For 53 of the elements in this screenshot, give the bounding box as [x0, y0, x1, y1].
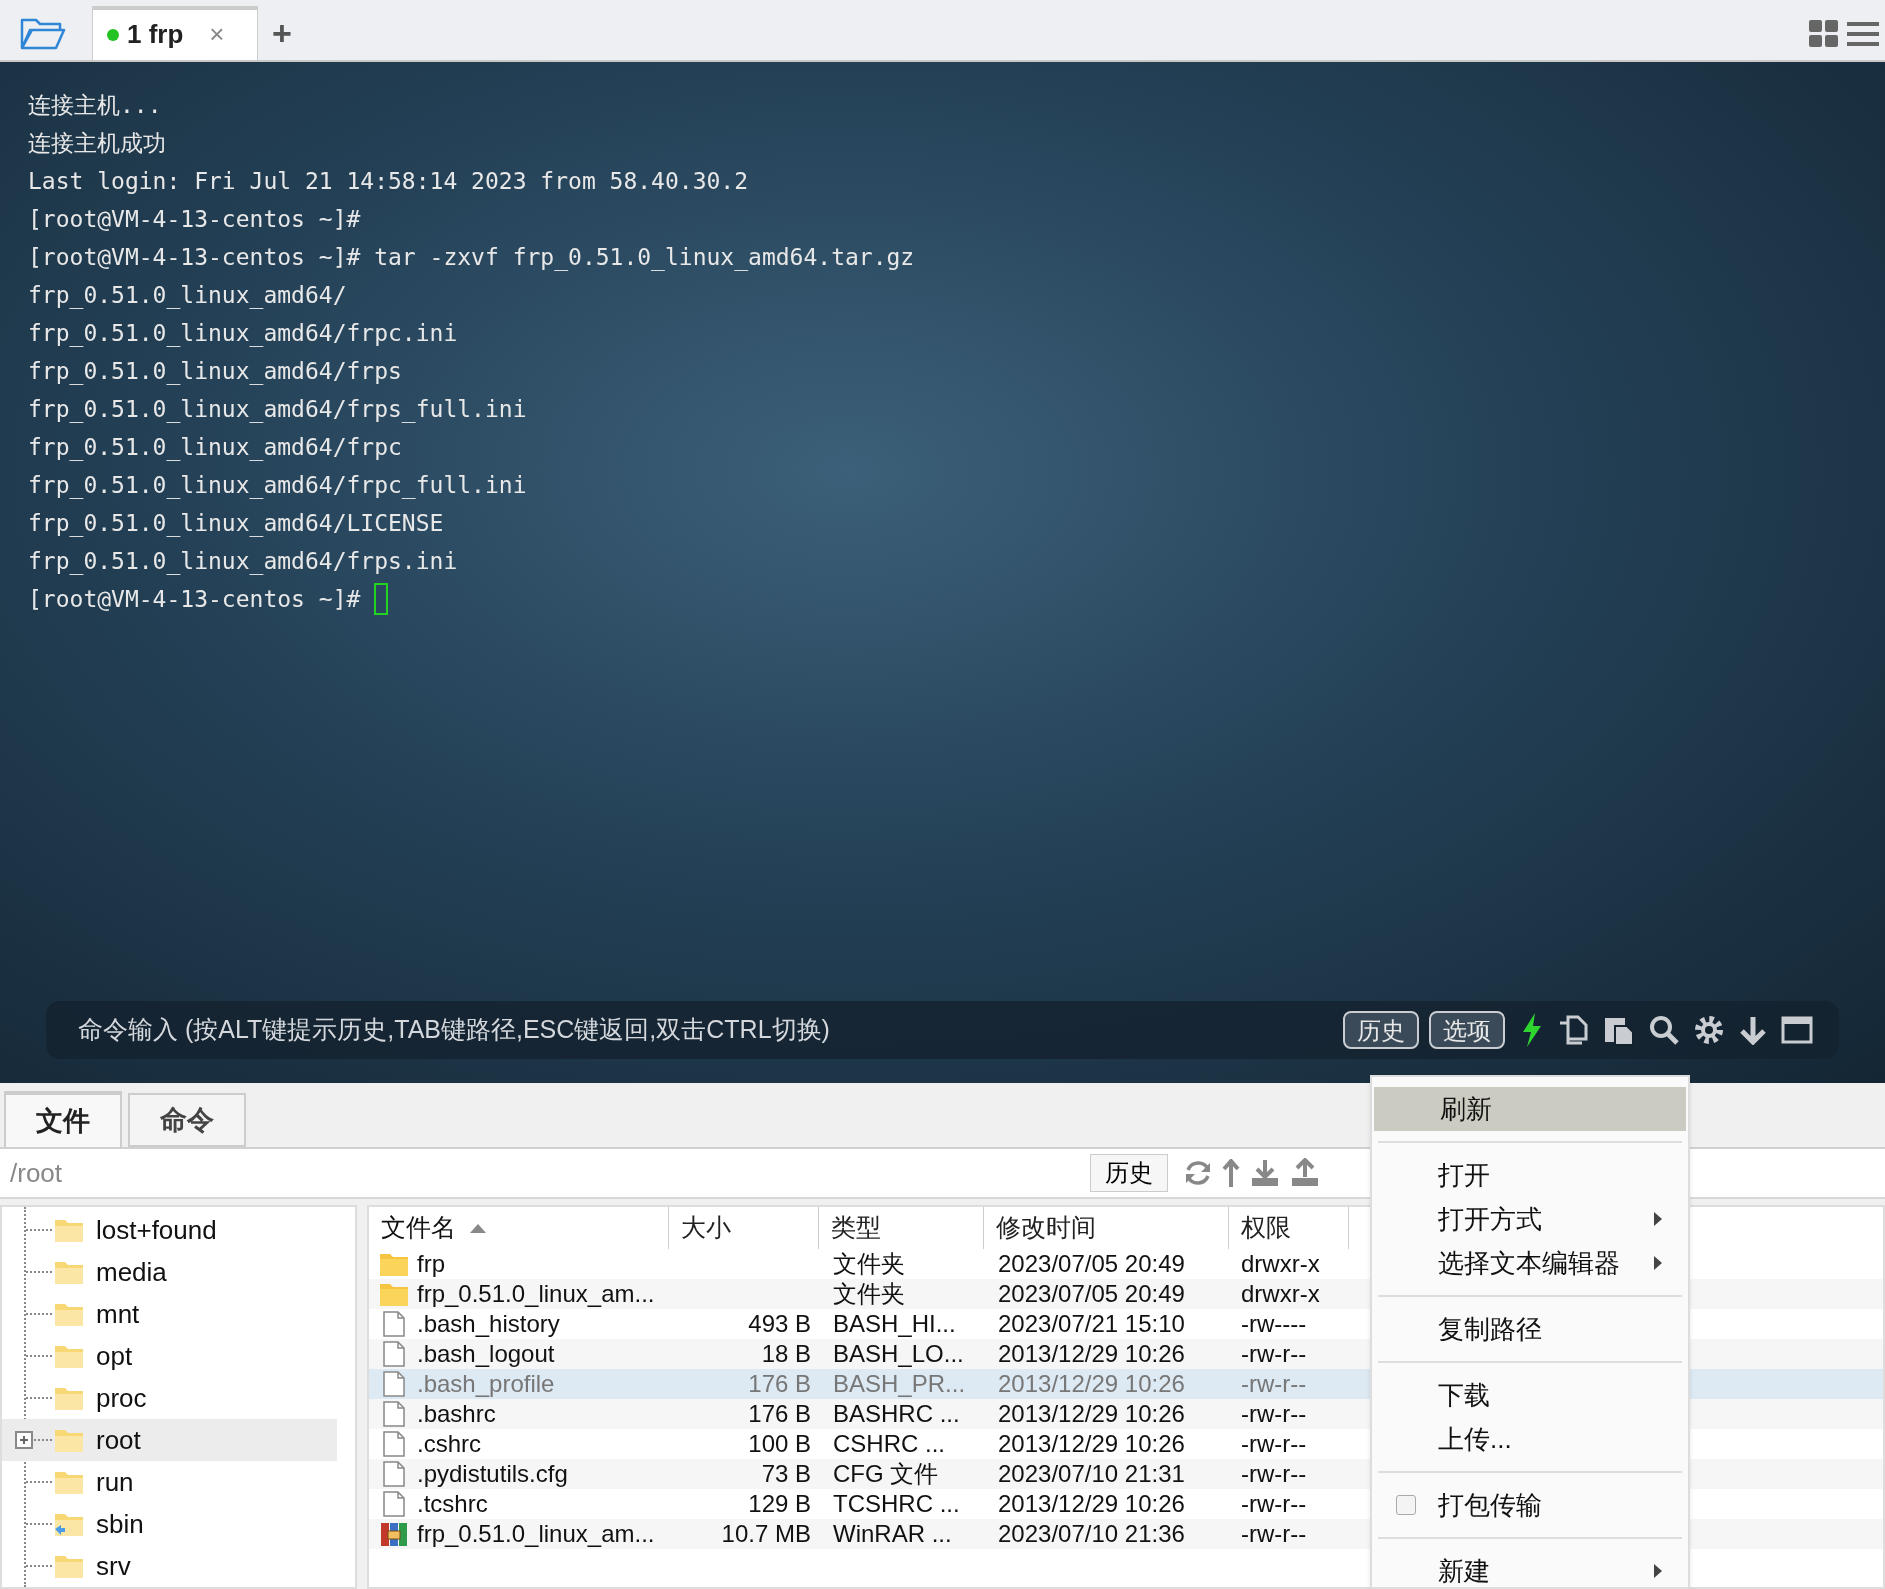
- terminal-line: [root@VM-4-13-centos ~]#: [28, 204, 361, 234]
- file-permissions: -rw----: [1241, 1310, 1307, 1337]
- file-type: CFG 文件: [833, 1460, 939, 1487]
- file-size: 176 B: [748, 1400, 811, 1427]
- terminal-line: Last login: Fri Jul 21 14:58:14 2023 from 58.40.30.2: [28, 166, 749, 196]
- file-type: 文件夹: [833, 1250, 905, 1277]
- file-size: 18 B: [761, 1340, 811, 1367]
- tab-label: 1 frp: [127, 18, 184, 52]
- modified-time: 2013/12/29 10:26: [998, 1400, 1185, 1427]
- terminal-line: frp_0.51.0_linux_amd64/frpc.ini: [28, 318, 458, 349]
- terminal-line: frp_0.51.0_linux_amd64/frps: [28, 356, 402, 387]
- file-permissions: -rw-r--: [1241, 1400, 1307, 1427]
- file-permissions: -rw-r--: [1241, 1520, 1307, 1547]
- file-permissions: -rw-r--: [1241, 1430, 1307, 1457]
- file-permissions: -rw-r--: [1241, 1370, 1307, 1397]
- file-permissions: drwxr-x: [1241, 1280, 1320, 1307]
- terminal-line: frp_0.51.0_linux_amd64/LICENSE: [28, 508, 444, 539]
- modified-time: 2013/12/29 10:26: [998, 1430, 1185, 1457]
- file-size: 129 B: [748, 1490, 811, 1517]
- file-type: WinRAR ...: [833, 1520, 952, 1547]
- modified-time: 2013/12/29 10:26: [998, 1370, 1185, 1397]
- file-permissions: -rw-r--: [1241, 1490, 1307, 1517]
- modified-time: 2013/12/29 10:26: [998, 1490, 1185, 1517]
- file-size: 10.7 MB: [721, 1520, 811, 1547]
- terminal-line: frp_0.51.0_linux_amd64/frps.ini: [28, 546, 458, 577]
- terminal-line: 连接主机...: [28, 90, 162, 120]
- terminal-line: 连接主机成功: [28, 128, 166, 158]
- file-type: 文件夹: [833, 1280, 905, 1307]
- terminal-line: frp_0.51.0_linux_amd64/frpc: [28, 432, 402, 463]
- file-size: 100 B: [748, 1430, 811, 1457]
- file-type: CSHRC ...: [833, 1430, 945, 1457]
- file-size: 73 B: [761, 1460, 811, 1487]
- file-permissions: drwxr-x: [1241, 1250, 1320, 1277]
- file-size: 493 B: [748, 1310, 811, 1337]
- file-permissions: -rw-r--: [1241, 1340, 1307, 1367]
- modified-time: 2023/07/05 20:49: [998, 1250, 1185, 1277]
- modified-time: 2023/07/10 21:31: [998, 1460, 1185, 1487]
- file-type: BASHRC ...: [833, 1400, 960, 1427]
- terminal-line: [root@VM-4-13-centos ~]#: [28, 584, 362, 614]
- file-type: BASH_HI...: [833, 1310, 956, 1337]
- modified-time: 2023/07/05 20:49: [998, 1280, 1185, 1307]
- terminal-line: frp_0.51.0_linux_amd64/frps_full.ini: [28, 394, 527, 425]
- modified-time: 2023/07/10 21:36: [998, 1520, 1185, 1547]
- terminal-line: frp_0.51.0_linux_amd64/frpc_full.ini: [28, 470, 527, 501]
- modified-time: 2023/07/21 15:10: [998, 1310, 1185, 1337]
- file-type: BASH_PR...: [833, 1370, 966, 1397]
- terminal-line: frp_0.51.0_linux_amd64/: [28, 280, 347, 311]
- terminal-line: [root@VM-4-13-centos ~]# tar -zxvf frp_0.51.0_linux_amd64.tar.gz: [28, 242, 915, 273]
- file-type: BASH_LO...: [833, 1340, 964, 1367]
- modified-time: 2013/12/29 10:26: [998, 1340, 1185, 1367]
- file-type: TCSHRC ...: [833, 1490, 960, 1517]
- file-permissions: -rw-r--: [1241, 1460, 1307, 1487]
- file-size: 176 B: [748, 1370, 811, 1397]
